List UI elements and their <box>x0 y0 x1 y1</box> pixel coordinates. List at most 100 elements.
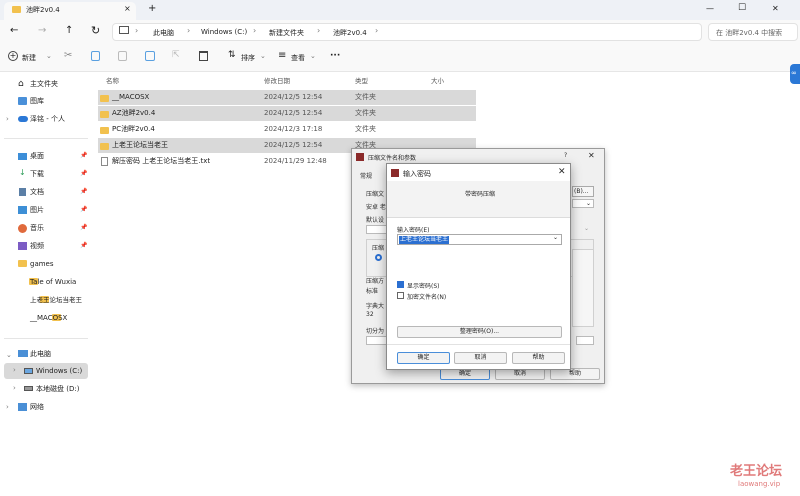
close-icon[interactable]: ✕ <box>588 151 595 160</box>
maximize-button[interactable]: ☐ <box>738 3 746 13</box>
sidebar-item-drive-d[interactable]: 本地磁盘 (D:) <box>36 382 79 396</box>
label-archive-name: 压缩文 <box>366 191 385 198</box>
file-name: 上老王论坛当老王 <box>112 141 168 149</box>
organize-passwords-button[interactable]: 整理密码(O)... <box>397 326 562 338</box>
tab-close-icon[interactable]: × <box>124 4 131 13</box>
dialog-heading: 带密码压缩 <box>465 191 496 198</box>
archive-name-value: 安卓 老 <box>366 204 386 211</box>
breadcrumb-item-current[interactable]: 池畔2v0.4 <box>333 28 367 38</box>
table-row[interactable]: __MACOSX 2024/12/5 12:54 文件夹 <box>98 90 476 105</box>
label-method: 压缩方 <box>366 278 385 285</box>
chevron-right-icon[interactable]: › <box>13 384 16 392</box>
refresh-icon[interactable]: ↻ <box>91 24 100 37</box>
forward-arrow-icon[interactable]: → <box>38 25 46 36</box>
label-default: 默认设 <box>366 217 385 224</box>
chevron-right-icon[interactable]: › <box>13 366 16 374</box>
minimize-button[interactable]: — <box>706 4 714 13</box>
sidebar-item-gallery[interactable]: 图库 <box>30 94 44 108</box>
sidebar-item-desktop[interactable]: 桌面 <box>30 149 44 163</box>
sidebar-item-laowang[interactable]: 上老王论坛当老王 <box>30 293 82 307</box>
ok-button[interactable]: 确定 <box>397 352 450 364</box>
search-input[interactable]: 在 池畔2v0.4 中搜索 <box>708 23 798 41</box>
breadcrumb-item-pc[interactable]: 此电脑 <box>153 28 174 38</box>
folder-icon <box>100 143 109 150</box>
plus-icon[interactable]: + <box>8 51 18 61</box>
tab-active[interactable]: 池畔2v0.4 × <box>4 2 136 20</box>
new-button[interactable]: 新建 <box>22 53 36 63</box>
update-mode-select[interactable]: ⌄ <box>572 199 594 208</box>
back-arrow-icon[interactable]: ← <box>10 25 18 36</box>
browse-button[interactable]: (B)... <box>572 186 594 197</box>
chevron-down-icon[interactable]: ⌄ <box>260 52 266 60</box>
sidebar-item-games[interactable]: games <box>30 257 54 271</box>
cut-icon[interactable]: ✂ <box>64 50 72 61</box>
radio-selected[interactable] <box>375 254 382 261</box>
view-button[interactable]: 查看 <box>291 53 305 63</box>
sidebar-item-music[interactable]: 音乐 <box>30 221 44 235</box>
password-input[interactable]: 上老王论坛当老王 ⌄ <box>397 234 562 245</box>
sidebar-item-home[interactable]: 主文件夹 <box>30 77 58 91</box>
help-button[interactable]: 帮助 <box>512 352 565 364</box>
side-widget-tab[interactable]: ∞ <box>790 64 800 84</box>
dialog-banner: 带密码压缩 <box>387 181 570 217</box>
file-name: AZ池畔2v0.4 <box>112 109 156 117</box>
more-options-button[interactable]: ··· <box>330 51 340 61</box>
sidebar-item-drive-c[interactable]: Windows (C:) <box>36 364 82 378</box>
tab-general[interactable]: 常规 <box>360 171 372 180</box>
watermark-title: 老王论坛 <box>730 464 783 479</box>
column-header-size[interactable]: 大小 <box>431 75 444 85</box>
sidebar-item-macosx[interactable]: __MACOSX <box>30 311 67 325</box>
paste-icon[interactable] <box>118 51 127 61</box>
chevron-down-icon[interactable]: ⌄ <box>553 234 558 241</box>
sidebar-item-network[interactable]: 网络 <box>30 400 44 414</box>
breadcrumb[interactable]: › 此电脑 › Windows (C:) › 新建文件夹 › 池畔2v0.4 › <box>112 23 702 41</box>
copy-icon[interactable] <box>91 51 100 61</box>
music-icon <box>18 224 27 233</box>
sidebar-item-documents[interactable]: 文档 <box>30 185 44 199</box>
chevron-down-icon: ⌄ <box>586 200 592 207</box>
pin-icon: 📌 <box>80 206 88 213</box>
rename-icon[interactable] <box>145 51 155 61</box>
new-tab-button[interactable]: + <box>148 3 156 14</box>
table-row[interactable]: AZ池畔2v0.4 2024/12/5 12:54 文件夹 <box>98 106 476 121</box>
dictionary-value: 32 <box>366 311 374 318</box>
column-header-date[interactable]: 修改日期 <box>264 75 290 85</box>
sidebar-item-cloud[interactable]: 泽铭 - 个人 <box>30 112 65 126</box>
sidebar-item-downloads[interactable]: 下载 <box>30 167 44 181</box>
sidebar-item-videos[interactable]: 视频 <box>30 239 44 253</box>
encrypt-names-checkbox[interactable] <box>397 292 404 299</box>
command-bar: + 新建 ⌄ ✂ ⇱ ⇅ 排序 ⌄ ≡ 查看 ⌄ ··· <box>0 44 800 72</box>
cancel-button[interactable]: 取消 <box>454 352 507 364</box>
chevron-right-icon[interactable]: › <box>6 115 9 123</box>
up-arrow-icon[interactable]: ↑ <box>65 25 73 36</box>
close-button[interactable]: ✕ <box>772 4 779 13</box>
chevron-down-icon[interactable]: ⌄ <box>310 52 316 60</box>
chevron-right-icon[interactable]: › <box>6 403 9 411</box>
chevron-down-icon[interactable]: ⌄ <box>46 52 52 60</box>
column-header-name[interactable]: 名称 <box>106 75 119 85</box>
chevron-down-icon[interactable]: ⌄ <box>6 351 12 359</box>
label-split: 切分为 <box>366 328 385 335</box>
show-password-checkbox[interactable] <box>397 281 404 288</box>
dialog-title: 输入密码 <box>403 170 431 178</box>
split-unit-select[interactable] <box>576 336 594 345</box>
close-icon[interactable]: ✕ <box>558 167 566 177</box>
delete-icon[interactable] <box>199 51 208 61</box>
network-icon <box>18 403 27 411</box>
breadcrumb-item-folder[interactable]: 新建文件夹 <box>269 28 304 38</box>
table-row[interactable]: PC池畔2v0.4 2024/12/3 17:18 文件夹 <box>98 122 476 137</box>
sidebar-item-this-pc[interactable]: 此电脑 <box>30 347 51 361</box>
share-icon[interactable]: ⇱ <box>172 50 180 60</box>
sidebar-item-tale-of-wuxia[interactable]: Tale of Wuxia <box>30 275 76 289</box>
pin-icon: 📌 <box>80 224 88 231</box>
column-header-type[interactable]: 类型 <box>355 75 368 85</box>
format-select[interactable]: ⌄ <box>582 225 594 234</box>
sidebar-item-pictures[interactable]: 图片 <box>30 203 44 217</box>
password-dialog: 输入密码 ✕ 带密码压缩 输入密码(E) 上老王论坛当老王 ⌄ 显示密码(S) … <box>386 163 571 370</box>
sort-button[interactable]: 排序 <box>241 53 255 63</box>
link-icon: ∞ <box>791 69 797 77</box>
help-icon[interactable]: ? <box>564 152 567 159</box>
winrar-icon <box>391 169 399 177</box>
breadcrumb-item-drive[interactable]: Windows (C:) <box>201 28 247 36</box>
encrypt-names-label: 加密文件名(N) <box>407 294 447 301</box>
